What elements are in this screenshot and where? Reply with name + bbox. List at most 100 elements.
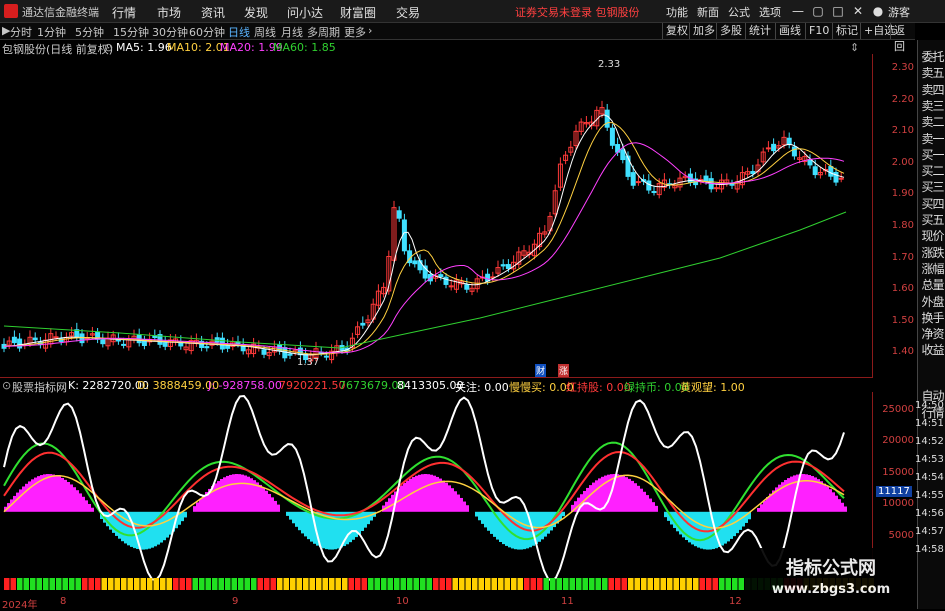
signal-cell [699, 578, 705, 590]
magenta-bar [454, 491, 457, 512]
side-panel-item-16[interactable]: 换手 [919, 309, 945, 326]
watermark-title: 指标公式网 [786, 558, 876, 579]
candle-body [620, 149, 626, 161]
signal-cell [459, 578, 465, 590]
indicator-gear-icon[interactable]: ⊙ [2, 379, 11, 392]
signal-cell [329, 578, 335, 590]
signal-cell [706, 578, 712, 590]
date-tick-4: 11 [561, 596, 574, 607]
cyan-bar [148, 511, 151, 549]
magenta-bar [826, 486, 829, 512]
magenta-bar [25, 483, 28, 512]
signal-cell [30, 578, 36, 590]
magenta-bar [430, 474, 433, 512]
candle-body [100, 339, 106, 345]
candle-body [79, 333, 85, 344]
cyan-bar [736, 511, 739, 534]
candle-body [17, 338, 23, 349]
signal-cell [478, 578, 484, 590]
cyan-bar [295, 511, 298, 527]
magenta-bar [235, 474, 238, 512]
side-panel-item-3[interactable]: 卖三 [919, 97, 945, 114]
magenta-bar [73, 487, 76, 512]
signal-cell [368, 578, 374, 590]
side-panel-item-9[interactable]: 买四 [919, 195, 945, 212]
side-panel-item-6[interactable]: 买一 [919, 146, 945, 163]
cyan-bar [358, 511, 361, 535]
indicator-info-line: ⊙ 股票指标网 K: 2282720.00 D: 3888459.00 J: -… [0, 378, 873, 395]
signal-cell [186, 578, 192, 590]
signal-cell [686, 578, 692, 590]
side-panel-item-5[interactable]: 卖一 [919, 130, 945, 147]
candle-body [412, 260, 418, 265]
candle-body [625, 155, 631, 177]
signal-cell [595, 578, 601, 590]
side-panel-item-4[interactable]: 卖二 [919, 113, 945, 130]
indicator-tick-0: 25000 [882, 404, 914, 415]
side-panel-item-18[interactable]: 收益 [919, 341, 945, 358]
candle-body [162, 342, 168, 347]
magenta-bar [823, 483, 826, 512]
cai-marker[interactable]: 财 [535, 364, 547, 377]
cyan-bar [475, 511, 478, 517]
side-panel-item-0[interactable]: 委托 [919, 48, 945, 65]
price-tick-2: 2.10 [891, 125, 914, 136]
side-panel-item-14[interactable]: 总量 [919, 276, 945, 293]
cyan-bar [481, 511, 484, 524]
signal-cell [589, 578, 595, 590]
magenta-bar [241, 474, 244, 512]
signal-cell [257, 578, 263, 590]
magenta-bar [82, 496, 85, 512]
magenta-bar [805, 474, 808, 512]
signal-cell [75, 578, 81, 590]
side-panel-item-13[interactable]: 涨幅 [919, 260, 945, 277]
signal-cell [153, 578, 159, 590]
magenta-bar [28, 481, 31, 512]
magenta-bar [238, 474, 241, 512]
magenta-bar [820, 481, 823, 512]
ma10-line [3, 122, 845, 355]
side-panel-item-2[interactable]: 卖四 [919, 81, 945, 98]
right-time-label-4: 14:54 [915, 472, 944, 483]
signal-cell [322, 578, 328, 590]
candle-body [703, 175, 709, 182]
side-panel-item-10[interactable]: 买五 [919, 211, 945, 228]
magenta-bar [457, 494, 460, 512]
cyan-bar [166, 511, 169, 538]
candle-body [360, 322, 366, 326]
indicator-name[interactable]: 股票指标网 [12, 379, 67, 395]
signal-cell [446, 578, 452, 590]
side-panel-item-8[interactable]: 买三 [919, 178, 945, 195]
side-panel-item-17[interactable]: 净资 [919, 325, 945, 342]
cyan-bar [478, 511, 481, 521]
candle-body [443, 276, 449, 285]
signal-cell [433, 578, 439, 590]
signal-cell [576, 578, 582, 590]
side-panel-item-11[interactable]: 现价 [919, 227, 945, 244]
price-tick-9: 1.40 [891, 346, 914, 357]
cyan-bar [301, 511, 304, 534]
magenta-bar [760, 504, 763, 512]
signal-cell [543, 578, 549, 590]
magenta-bar [46, 474, 49, 512]
date-tick-3: 10 [396, 596, 409, 607]
candle-body [505, 264, 511, 269]
magenta-bar [271, 497, 274, 512]
side-panel-item-1[interactable]: 卖五 [919, 64, 945, 81]
signal-cell [504, 578, 510, 590]
side-panel-item-12[interactable]: 涨跌 [919, 244, 945, 261]
magenta-bar [250, 478, 253, 512]
signal-cell [407, 578, 413, 590]
magenta-bar [757, 508, 760, 512]
side-panel-item-15[interactable]: 外盘 [919, 293, 945, 310]
kline-chart[interactable] [0, 0, 945, 609]
cyan-bar [337, 511, 340, 549]
signal-cell [361, 578, 367, 590]
candle-body [53, 336, 59, 339]
right-time-label-6: 14:56 [915, 508, 944, 519]
side-panel-item-7[interactable]: 买二 [919, 162, 945, 179]
signal-cell [732, 578, 738, 590]
signal-cell [127, 578, 133, 590]
zhang-marker[interactable]: 涨 [558, 364, 570, 377]
candle-body [812, 166, 818, 176]
